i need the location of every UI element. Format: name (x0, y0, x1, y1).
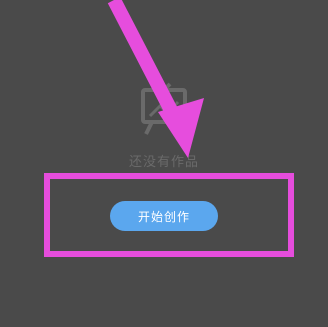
empty-state-message: 还没有作品 (128, 155, 199, 170)
start-creating-button[interactable]: 开始创作 (110, 201, 218, 231)
easel-canvas-icon (141, 82, 187, 135)
